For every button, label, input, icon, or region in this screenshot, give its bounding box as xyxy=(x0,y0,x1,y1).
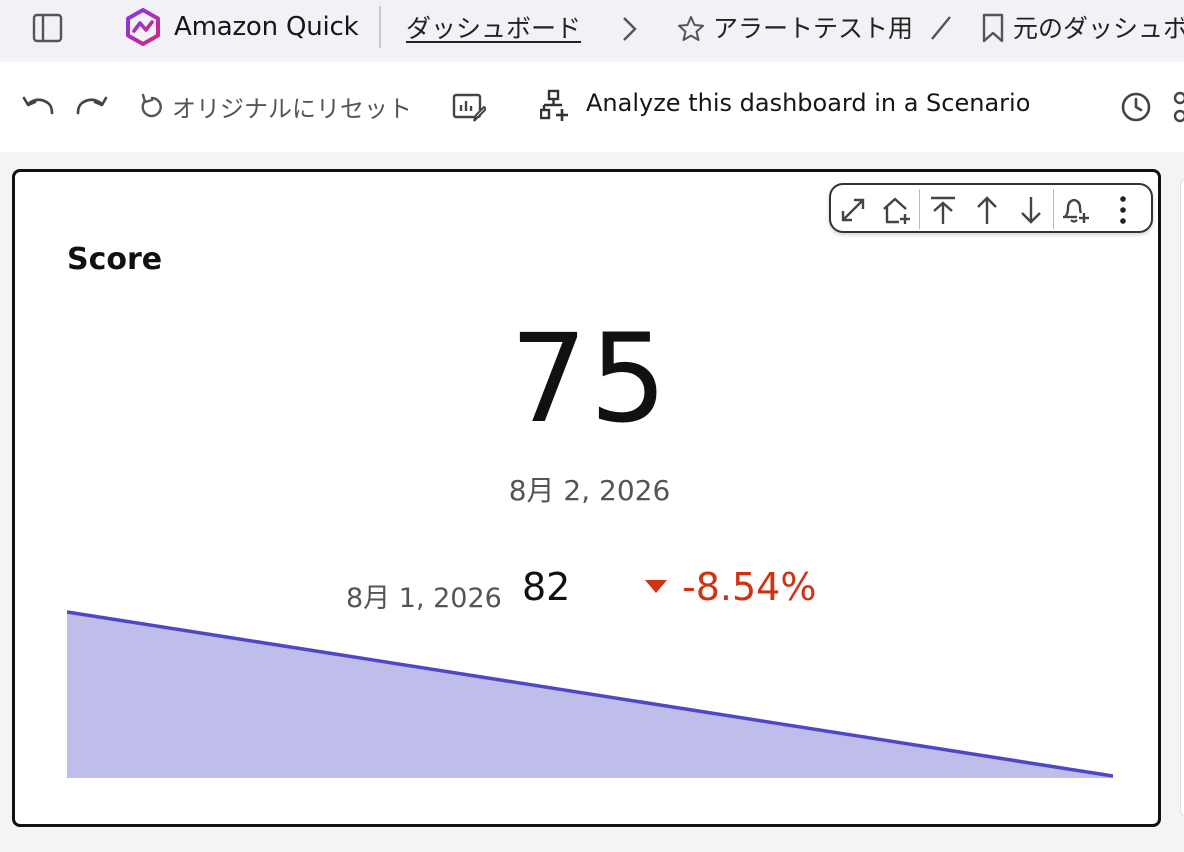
kpi-sparkline-chart xyxy=(67,610,1113,778)
share-icon[interactable] xyxy=(1170,91,1184,123)
chevron-right-icon xyxy=(623,17,637,41)
bookmark-icon[interactable] xyxy=(980,12,1006,44)
menu-divider xyxy=(919,189,920,229)
scenario-icon[interactable] xyxy=(540,89,572,123)
move-up-icon[interactable] xyxy=(971,195,1003,225)
more-options-icon[interactable] xyxy=(1107,195,1139,225)
kpi-percent-change: -8.54% xyxy=(682,565,817,609)
breadcrumb-dashboards-link[interactable]: ダッシュボード xyxy=(406,9,581,45)
kpi-primary-date: 8月 2, 2026 xyxy=(508,474,671,507)
clock-icon[interactable] xyxy=(1120,91,1152,123)
analyze-in-scenario-button[interactable]: Analyze this dashboard in a Scenario xyxy=(586,89,1030,117)
top-navigation-bar: Amazon Quick ダッシュボード アラートテスト用 元のダッシュボ xyxy=(0,0,1184,58)
menu-divider xyxy=(1053,189,1054,229)
breadcrumb-original-dashboard[interactable]: 元のダッシュボ xyxy=(1013,9,1184,45)
add-to-home-icon[interactable] xyxy=(881,195,913,225)
kpi-primary-value: 75 xyxy=(509,308,670,450)
reset-to-original-button[interactable]: オリジナルにリセット xyxy=(172,89,412,124)
edit-visual-icon[interactable] xyxy=(452,90,486,124)
move-down-icon[interactable] xyxy=(1015,195,1047,225)
dashboard-toolbar: オリジナルにリセット Analyze this dashboard in a S… xyxy=(0,62,1184,152)
move-to-top-icon[interactable] xyxy=(927,195,959,225)
divider xyxy=(379,6,381,48)
reset-icon[interactable] xyxy=(138,92,166,122)
favorite-star-icon[interactable] xyxy=(676,14,706,44)
brand[interactable]: Amazon Quick xyxy=(124,8,359,46)
adjacent-visual-card xyxy=(1180,178,1184,818)
expand-icon[interactable] xyxy=(837,195,869,225)
add-alert-icon[interactable] xyxy=(1059,195,1091,225)
app-name: Amazon Quick xyxy=(174,12,359,42)
redo-icon[interactable] xyxy=(74,92,110,122)
visual-title: Score xyxy=(67,242,163,277)
undo-icon[interactable] xyxy=(20,92,56,122)
breadcrumb-current-dashboard: アラートテスト用 xyxy=(713,14,914,43)
kpi-visual-card[interactable]: Score 75 8月 2, 2026 8月 1, 2026 82 -8.54% xyxy=(12,169,1161,827)
kpi-comparison-value: 82 xyxy=(522,565,571,609)
visual-menu-toolbar xyxy=(829,183,1153,233)
breadcrumb-separator-icon xyxy=(931,16,951,40)
amazon-quick-logo-icon xyxy=(126,8,160,46)
sidebar-toggle-icon[interactable] xyxy=(32,12,64,44)
trend-down-icon xyxy=(645,580,667,593)
